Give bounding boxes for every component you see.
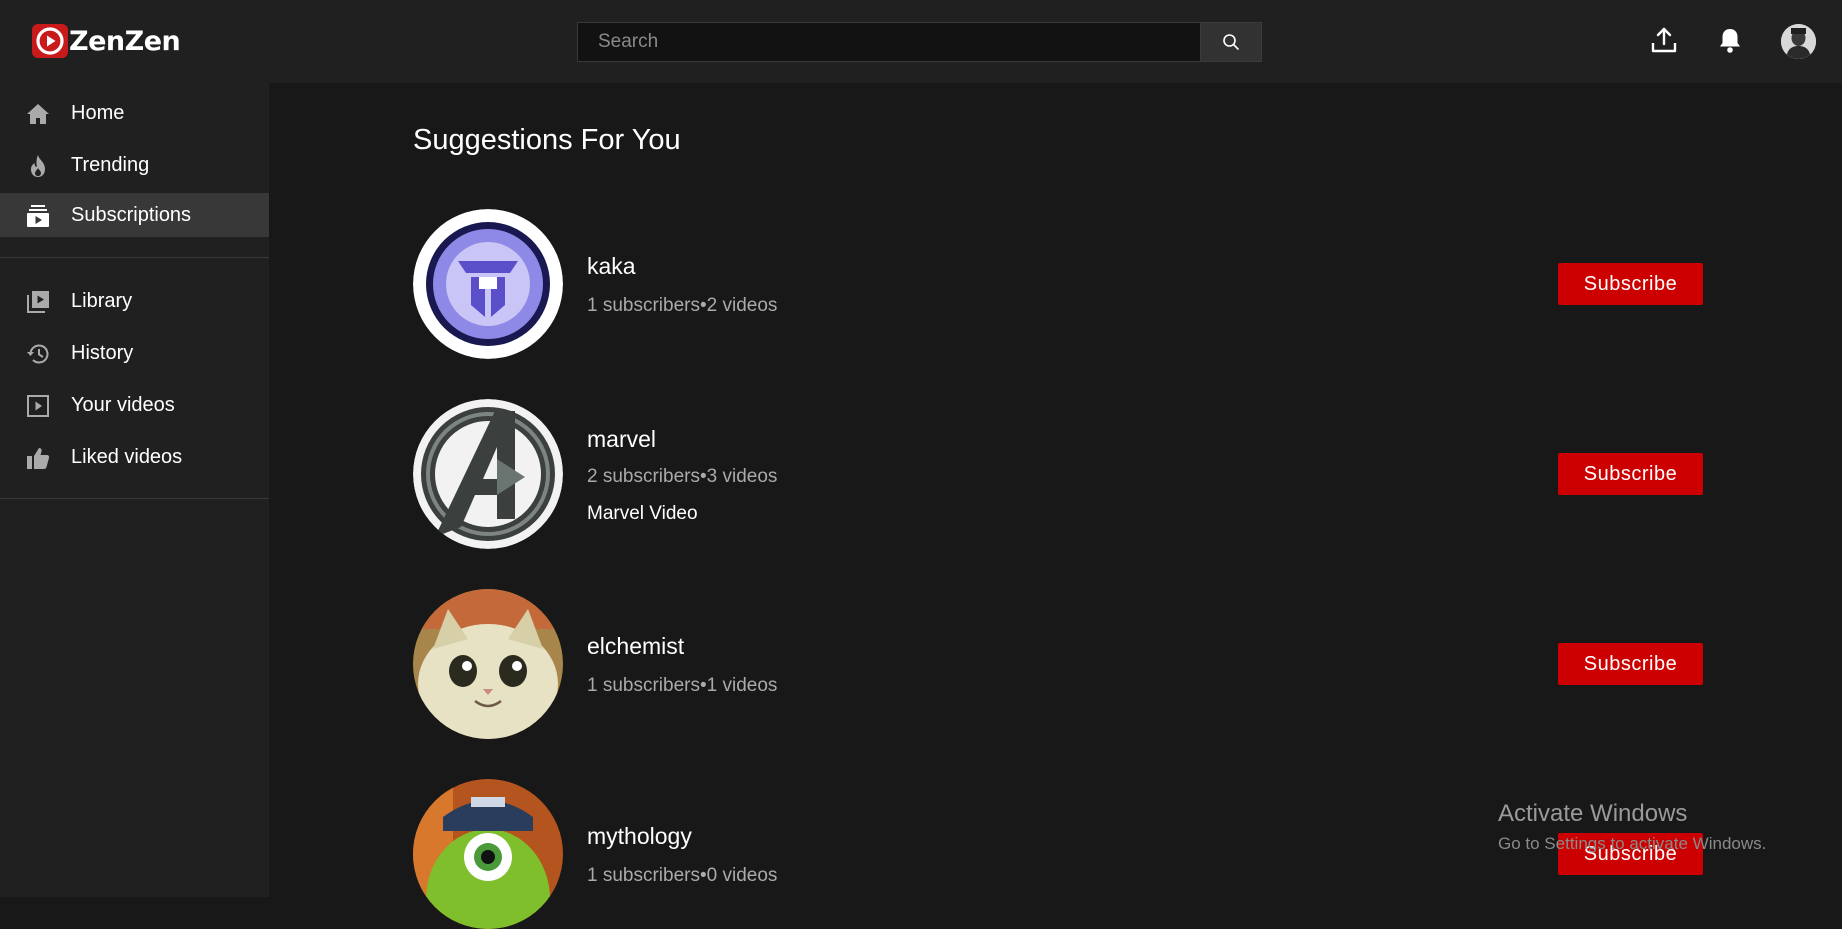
channel-name[interactable]: kaka <box>587 253 636 280</box>
sidebar-item-label: History <box>71 341 134 364</box>
channel-name[interactable]: mythology <box>587 823 692 850</box>
channel-name[interactable]: marvel <box>587 426 656 453</box>
sidebar-item-label: Trending <box>71 153 150 176</box>
sidebar-divider <box>0 257 269 258</box>
logo-icon <box>32 24 68 58</box>
bell-icon <box>1720 29 1740 53</box>
search-bar <box>577 22 1262 62</box>
search-input[interactable] <box>577 22 1201 62</box>
channel-name[interactable]: elchemist <box>587 633 684 660</box>
user-avatar[interactable] <box>1781 24 1816 59</box>
sidebar-item-history[interactable]: History <box>0 331 269 375</box>
channel-avatar[interactable] <box>413 399 563 549</box>
sidebar-item-your-videos[interactable]: Your videos <box>0 383 269 427</box>
upload-icon <box>1651 27 1677 53</box>
search-icon <box>1223 34 1239 50</box>
activate-windows-watermark: Activate Windows Go to Settings to activ… <box>1498 800 1766 854</box>
logo-text: ZenZen <box>69 25 181 57</box>
channel-stats: 1 subscribers•2 videos <box>587 295 778 316</box>
history-icon <box>25 341 50 366</box>
sidebar-divider <box>0 498 269 499</box>
channel-card: marvel 2 subscribers•3 videos Marvel Vid… <box>413 399 1703 549</box>
subscribe-button[interactable]: Subscribe <box>1558 263 1703 305</box>
channel-avatar[interactable] <box>413 209 563 359</box>
top-bar: ZenZen <box>0 0 1842 83</box>
home-icon <box>25 101 50 126</box>
channel-stats: 1 subscribers•0 videos <box>587 865 778 886</box>
channel-avatar[interactable] <box>413 589 563 739</box>
sidebar-item-label: Your videos <box>71 393 175 416</box>
sidebar-item-label: Home <box>71 101 125 124</box>
channel-avatar[interactable] <box>413 779 563 929</box>
upload-button[interactable] <box>1648 24 1680 56</box>
logo[interactable]: ZenZen <box>32 24 181 58</box>
page-title: Suggestions For You <box>413 124 681 156</box>
sidebar-item-liked-videos[interactable]: Liked videos <box>0 435 269 479</box>
sidebar-item-label: Subscriptions <box>71 203 192 226</box>
channel-stats: 1 subscribers•1 videos <box>587 675 778 696</box>
channel-card: kaka 1 subscribers•2 videos Subscribe <box>413 209 1703 359</box>
sidebar-item-subscriptions[interactable]: Subscriptions <box>0 193 269 237</box>
fire-icon <box>25 153 50 178</box>
subscriptions-icon <box>25 203 50 228</box>
library-icon <box>25 289 50 314</box>
play-square-icon <box>25 393 50 418</box>
channel-stats: 2 subscribers•3 videos <box>587 466 778 487</box>
sidebar-item-home[interactable]: Home <box>0 91 269 135</box>
sidebar-item-label: Liked videos <box>71 445 183 468</box>
sidebar-item-label: Library <box>71 289 133 312</box>
subscribe-button[interactable]: Subscribe <box>1558 643 1703 685</box>
notifications-button[interactable] <box>1714 24 1746 56</box>
watermark-title: Activate Windows <box>1498 800 1688 827</box>
search-button[interactable] <box>1201 22 1262 62</box>
watermark-subtitle: Go to Settings to activate Windows. <box>1498 834 1767 853</box>
channel-description: Marvel Video <box>587 503 698 524</box>
sidebar-item-trending[interactable]: Trending <box>0 143 269 187</box>
channel-card: elchemist 1 subscribers•1 videos Subscri… <box>413 589 1703 739</box>
subscribe-button[interactable]: Subscribe <box>1558 453 1703 495</box>
sidebar: Home Trending Subscriptions Library Hist… <box>0 83 269 897</box>
sidebar-item-library[interactable]: Library <box>0 279 269 323</box>
thumbs-up-icon <box>25 445 50 470</box>
